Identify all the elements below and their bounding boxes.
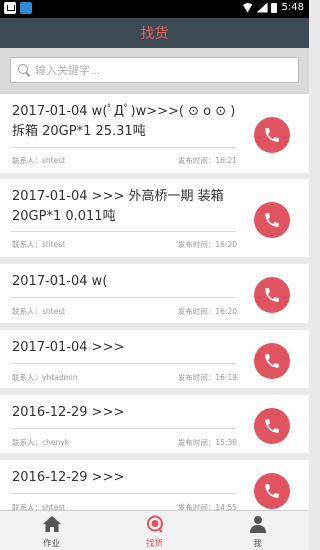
phone-icon [263, 482, 281, 500]
list-item[interactable]: 2017-01-04 w(ﾟДﾟ)w>>>( ⊙ o ⊙ ) 拆箱 20GP*1… [0, 94, 309, 173]
publish-label: 发布时间： [177, 438, 216, 447]
app-notification-icon [20, 2, 32, 14]
phone-icon [263, 286, 281, 304]
listing-meta: 联系人：yhtadmin 发布时间：16:19 [12, 372, 237, 383]
nav-item-me[interactable]: 我 [206, 511, 309, 550]
contact-name: shtest [42, 156, 66, 165]
divider [10, 363, 236, 364]
user-icon [247, 514, 269, 534]
divider [10, 493, 236, 494]
chat-icon [144, 514, 166, 534]
listing-title: 2016-12-29 >>> [12, 405, 125, 420]
status-bar: 5:48 [0, 0, 309, 18]
listing-title: 2017-01-04 w(ﾟДﾟ)w>>>( ⊙ o ⊙ ) 拆箱 20GP*1… [12, 104, 236, 139]
search-icon [17, 63, 31, 77]
nav-item-find-goods[interactable]: 找货 [103, 511, 206, 550]
listing-meta: 联系人：shtest 发布时间：16:20 [12, 306, 237, 317]
publish-label: 发布时间： [177, 307, 216, 316]
nav-item-work[interactable]: 作业 [0, 511, 103, 550]
call-button[interactable] [254, 343, 290, 379]
home-icon [41, 514, 63, 534]
call-button[interactable] [254, 408, 290, 444]
listing-meta: 联系人：chenyk 发布时间：15:38 [12, 437, 237, 448]
phone-icon [263, 211, 281, 229]
nav-label: 找货 [145, 539, 163, 549]
contact-label: 联系人： [12, 373, 42, 382]
publish-label: 发布时间： [177, 156, 216, 165]
list-item[interactable]: 2016-12-29 >>> 联系人：shtest 发布时间：14:55 [0, 460, 309, 512]
listing-title: 2017-01-04 >>> 外高桥一期 装箱 20GP*1 0.011吨 [12, 189, 224, 224]
publish-time: 16:21 [215, 156, 237, 165]
call-button[interactable] [254, 277, 290, 313]
phone-icon [263, 352, 281, 370]
publish-label: 发布时间： [177, 240, 216, 249]
contact-name: shtest [42, 307, 66, 316]
listing-title: 2016-12-29 >>> [12, 470, 125, 485]
notification-icon [4, 2, 16, 14]
app-header: 找货 [0, 18, 309, 48]
contact-name: chenyk [42, 438, 70, 447]
list-item[interactable]: 2016-12-29 >>> 联系人：chenyk 发布时间：15:38 [0, 395, 309, 453]
list-item[interactable]: 2017-01-04 >>> 联系人：yhtadmin 发布时间：16:19 [0, 330, 309, 388]
publish-time: 16:19 [215, 373, 237, 382]
wifi-icon [241, 2, 254, 13]
listing-title: 2017-01-04 w( [12, 274, 108, 289]
nav-label: 作业 [42, 539, 60, 549]
status-time: 5:48 [281, 2, 304, 13]
publish-time: 15:38 [215, 438, 237, 447]
signal-icon [256, 2, 268, 13]
call-button[interactable] [254, 202, 290, 238]
contact-name: shtest [42, 240, 66, 249]
listing-title: 2017-01-04 >>> [12, 340, 125, 355]
bottom-nav: 作业 找货 我 [0, 510, 309, 550]
listing-meta: 联系人：shtest 发布时间：16:20 [12, 239, 237, 250]
phone-icon [263, 417, 281, 435]
call-button[interactable] [254, 117, 290, 153]
battery-icon [270, 2, 277, 13]
list-item[interactable]: 2017-01-04 w( 联系人：shtest 发布时间：16:20 [0, 264, 309, 323]
divider [10, 231, 236, 232]
publish-label: 发布时间： [177, 373, 216, 382]
page-title: 找货 [140, 26, 169, 42]
contact-label: 联系人： [12, 156, 42, 165]
call-button[interactable] [254, 473, 290, 509]
publish-time: 16:20 [215, 240, 237, 249]
search-area [0, 48, 309, 94]
contact-name: yhtadmin [42, 373, 78, 382]
list-item[interactable]: 2017-01-04 >>> 外高桥一期 装箱 20GP*1 0.011吨 联系… [0, 179, 309, 257]
listing-meta: 联系人：shtest 发布时间：16:21 [12, 155, 237, 166]
nav-label: 我 [253, 539, 262, 549]
divider [10, 297, 236, 298]
contact-label: 联系人： [12, 307, 42, 316]
phone-icon [263, 126, 281, 144]
publish-time: 16:20 [215, 307, 237, 316]
search-input[interactable] [35, 63, 285, 77]
contact-label: 联系人： [12, 240, 42, 249]
divider [10, 428, 236, 429]
contact-label: 联系人： [12, 438, 42, 447]
search-box[interactable] [10, 57, 299, 83]
divider [10, 147, 236, 148]
